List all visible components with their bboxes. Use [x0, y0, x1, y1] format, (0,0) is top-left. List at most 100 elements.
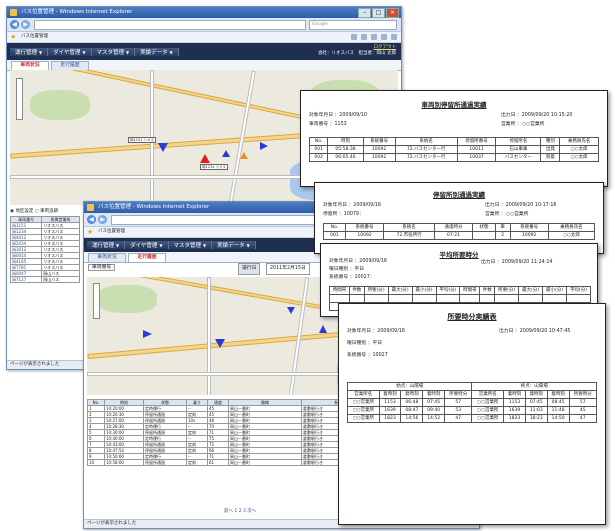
- page-icon[interactable]: [381, 34, 387, 40]
- report-cell: 002: [308, 153, 329, 162]
- favorites-star-icon[interactable]: ★: [87, 228, 93, 236]
- report-col-header: 営業所名: [471, 390, 505, 399]
- pagination[interactable]: 前へ 1 2 3 次へ: [224, 508, 256, 514]
- vehicle-number-field[interactable]: 車両番号: [88, 264, 116, 271]
- report-row: ○○営業所 1153 06:48 07:45 57 ○○営業所 1153 07:45 08:45…: [347, 398, 598, 407]
- bus-marker[interactable]: [260, 142, 268, 150]
- map-zoom-slider[interactable]: [93, 283, 100, 319]
- report-cell: 1639: [378, 406, 402, 415]
- search-input[interactable]: Google: [309, 20, 397, 30]
- report-col-header: 時間帯: [329, 286, 350, 295]
- report-required-time-record: 所要時分実績表 対象年月日 ：2009/09/16 曜日種別 ：平日 系統番号 ：1…: [338, 303, 606, 525]
- print-icon[interactable]: [371, 34, 377, 40]
- bus-marker[interactable]: [143, 330, 152, 338]
- report-col-header: 停留所番号: [456, 137, 497, 146]
- report-cell: 到着: [540, 153, 561, 162]
- tools-icon[interactable]: [391, 34, 397, 40]
- menu-timetable[interactable]: ダイヤ管理 ▼: [48, 47, 92, 56]
- forward-arrow-icon[interactable]: ▶: [21, 20, 30, 29]
- report-row: ○○営業所 1639 08:47 09:40 53 ○○営業所 1639 11:03 11:48…: [347, 406, 598, 415]
- map-zoom-slider[interactable]: [16, 78, 23, 120]
- report-meta-left: 対象年月日 ：2009/09/16 停留所 ：10079：: [323, 203, 381, 217]
- report-group-header: 始点：山陽場: [346, 382, 473, 391]
- menu-operation[interactable]: 運行管理 ▼: [87, 241, 126, 249]
- report-cell: 11:03: [524, 406, 548, 415]
- report-cell: ○○太郎: [559, 153, 599, 162]
- date-input[interactable]: 2011年2月15日: [266, 263, 310, 275]
- report-col-header: 時間帯: [459, 286, 481, 295]
- report-col-header: 系統名: [383, 223, 435, 232]
- bus-marker[interactable]: [222, 150, 230, 157]
- menu-master[interactable]: マスタ管理 ▼: [91, 47, 136, 56]
- minimize-button[interactable]: –: [358, 8, 371, 18]
- menu-results[interactable]: 実績データ ▼: [135, 47, 179, 56]
- report-col-header: 所要時分: [568, 390, 598, 399]
- back-arrow-icon[interactable]: ◀: [87, 215, 96, 224]
- report-title: 車両別停留所通過実績: [421, 101, 487, 109]
- history-cell: 岡山一番町: [228, 459, 302, 466]
- forward-arrow-icon[interactable]: ▶: [98, 215, 107, 224]
- map-park: [97, 285, 157, 313]
- history-cell: 10:58:00: [104, 459, 144, 466]
- report-cell: 10092: [362, 145, 396, 154]
- report-col-header: 所要(分): [363, 286, 389, 295]
- report-cell: 06:48: [400, 398, 424, 407]
- favorite-tab[interactable]: バス位置管理: [21, 34, 48, 39]
- back-arrow-icon[interactable]: ◀: [10, 20, 19, 29]
- bus-marker[interactable]: [158, 143, 168, 152]
- favorite-tab[interactable]: バス位置管理: [98, 229, 125, 234]
- bus-alert-marker[interactable]: [200, 154, 210, 163]
- report-cell: 45: [568, 406, 598, 415]
- url-input[interactable]: [34, 20, 306, 30]
- filter-district-label: 地区設定: [15, 209, 34, 214]
- map-park: [30, 90, 90, 120]
- report-col-header: 営業所名: [347, 390, 380, 399]
- feed-icon[interactable]: [361, 34, 367, 40]
- ie-icon: [87, 204, 94, 211]
- home-icon[interactable]: [351, 34, 357, 40]
- menu-timetable[interactable]: ダイヤ管理 ▼: [125, 241, 169, 249]
- tab-travel-history[interactable]: 走行履歴: [128, 253, 166, 262]
- bus-warning-marker[interactable]: [240, 152, 248, 159]
- report-cell: 10037: [456, 153, 497, 162]
- report-cell: 001: [323, 231, 346, 240]
- report-row: ○○営業所 1823 14:56 14:52 47 ○○営業所 1823 18:23 14:50…: [347, 414, 598, 423]
- back-window-title: バス位置管理 - Windows Internet Explorer: [21, 9, 133, 15]
- bus-marker[interactable]: [287, 307, 295, 314]
- report-cell: バスセンター: [495, 153, 542, 162]
- report-col-header: 発時刻: [400, 390, 424, 399]
- report-cell: 05:58:38: [327, 145, 364, 154]
- favorites-star-icon[interactable]: ★: [10, 33, 16, 41]
- report-cell: 11:48: [546, 406, 570, 415]
- menu-operation[interactable]: 運行管理 ▼: [10, 47, 49, 56]
- report-cell: 72.バスセンター行: [394, 153, 458, 162]
- tab-vehicle-status[interactable]: 車両状況: [88, 253, 126, 262]
- report-cell: 72.市役所行: [383, 231, 435, 240]
- report-empty-row: [329, 294, 591, 303]
- report-cell: 1639: [503, 406, 526, 415]
- back-address-bar: ◀ ▶ Google: [7, 18, 401, 32]
- report-col-header: 所要(分): [494, 286, 520, 295]
- maximize-button[interactable]: □: [372, 8, 385, 18]
- status-text: ページが表示されました: [87, 521, 137, 526]
- bus-marker[interactable]: [215, 339, 225, 348]
- menu-master[interactable]: マスタ管理 ▼: [168, 241, 213, 249]
- report-row: 001 10092 72.市役所行 07:21 2 10092 ○○太郎: [323, 231, 596, 240]
- report-col-header: 平均(分): [435, 286, 461, 295]
- close-button[interactable]: ×: [386, 8, 399, 18]
- report-cell: 10092: [509, 231, 549, 240]
- vehicle-list-row[interactable]: 岡7127 岡山バス: [9, 276, 80, 283]
- back-favorites-bar: ★ バス位置管理: [7, 32, 401, 43]
- report-meta-right: 出力日 ：2009/09/20 11:24:14: [481, 260, 553, 265]
- report-cell: 08:45: [546, 398, 570, 407]
- map-vehicle-label: 岡1151 リオス: [128, 137, 157, 143]
- tab-vehicle-status[interactable]: 車両状況: [11, 61, 49, 70]
- report-cell: ○○営業所: [347, 398, 380, 407]
- report-cell: 14:52: [422, 414, 446, 423]
- bus-marker[interactable]: [319, 325, 327, 333]
- report-cell: 07:21: [433, 231, 474, 240]
- report-cell: [472, 231, 496, 240]
- report-vehicle-stop-record: 車両別停留所通過実績 対象年月日 ：2009/09/10 車両番号 ：1153 出…: [300, 90, 608, 187]
- menu-results[interactable]: 実績データ ▼: [212, 241, 256, 249]
- tab-travel-history[interactable]: 走行履歴: [51, 61, 89, 70]
